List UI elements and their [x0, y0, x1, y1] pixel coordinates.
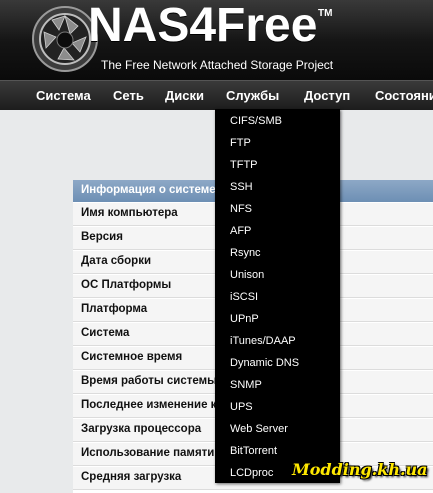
logo-trademark: TM	[318, 8, 333, 19]
menu-item-ftp[interactable]: FTP	[230, 137, 251, 149]
nav-item-network[interactable]: Сеть	[113, 88, 144, 103]
menu-item-itunes-daap[interactable]: iTunes/DAAP	[230, 335, 296, 347]
info-label: Дата сборки	[81, 255, 152, 267]
menu-item-dynamic-dns[interactable]: Dynamic DNS	[230, 357, 299, 369]
nav-item-system[interactable]: Система	[36, 88, 91, 103]
info-label: Использование памяти	[81, 447, 215, 459]
menu-item-iscsi[interactable]: iSCSI	[230, 291, 258, 303]
menu-item-unison[interactable]: Unison	[230, 269, 264, 281]
system-info-title: Информация о системе	[81, 184, 216, 196]
services-dropdown-menu: CIFS/SMB FTP TFTP SSH NFS AFP Rsync Unis…	[215, 109, 340, 483]
nav-item-services[interactable]: Службы	[226, 88, 279, 103]
menu-item-afp[interactable]: AFP	[230, 225, 251, 237]
menu-item-web-server[interactable]: Web Server	[230, 423, 288, 435]
header-tagline: The Free Network Attached Storage Projec…	[101, 58, 334, 72]
menu-item-cifs-smb[interactable]: CIFS/SMB	[230, 115, 282, 127]
menu-item-upnp[interactable]: UPnP	[230, 313, 259, 325]
app-header: NAS4Free TM The Free Network Attached St…	[0, 0, 433, 80]
menu-item-lcdproc[interactable]: LCDproc	[230, 467, 273, 479]
info-label: Система	[81, 327, 130, 339]
menu-item-bittorrent[interactable]: BitTorrent	[230, 445, 277, 457]
watermark: Modding.kh.ua	[292, 460, 428, 479]
info-label: Последнее изменение к	[81, 399, 217, 411]
menu-item-snmp[interactable]: SNMP	[230, 379, 262, 391]
info-label: Системное время	[81, 351, 183, 363]
nav-item-status[interactable]: Состояни	[375, 88, 433, 103]
info-label: Имя компьютера	[81, 207, 178, 219]
info-label: Средняя загрузка	[81, 471, 182, 483]
info-label: ОС Платформы	[81, 279, 172, 291]
info-label: Платформа	[81, 303, 148, 315]
menu-item-nfs[interactable]: NFS	[230, 203, 252, 215]
info-label: Загрузка процессора	[81, 423, 202, 435]
main-navbar: Система Сеть Диски Службы Доступ Состоян…	[0, 80, 433, 111]
menu-item-ssh[interactable]: SSH	[230, 181, 253, 193]
nav-item-access[interactable]: Доступ	[304, 88, 350, 103]
info-label: Версия	[81, 231, 123, 243]
info-label: Время работы системы	[81, 375, 217, 387]
menu-item-tftp[interactable]: TFTP	[230, 159, 258, 171]
menu-item-rsync[interactable]: Rsync	[230, 247, 261, 259]
logo-text: NAS4Free	[88, 0, 318, 52]
nav-item-disks[interactable]: Диски	[165, 88, 204, 103]
menu-item-ups[interactable]: UPS	[230, 401, 253, 413]
